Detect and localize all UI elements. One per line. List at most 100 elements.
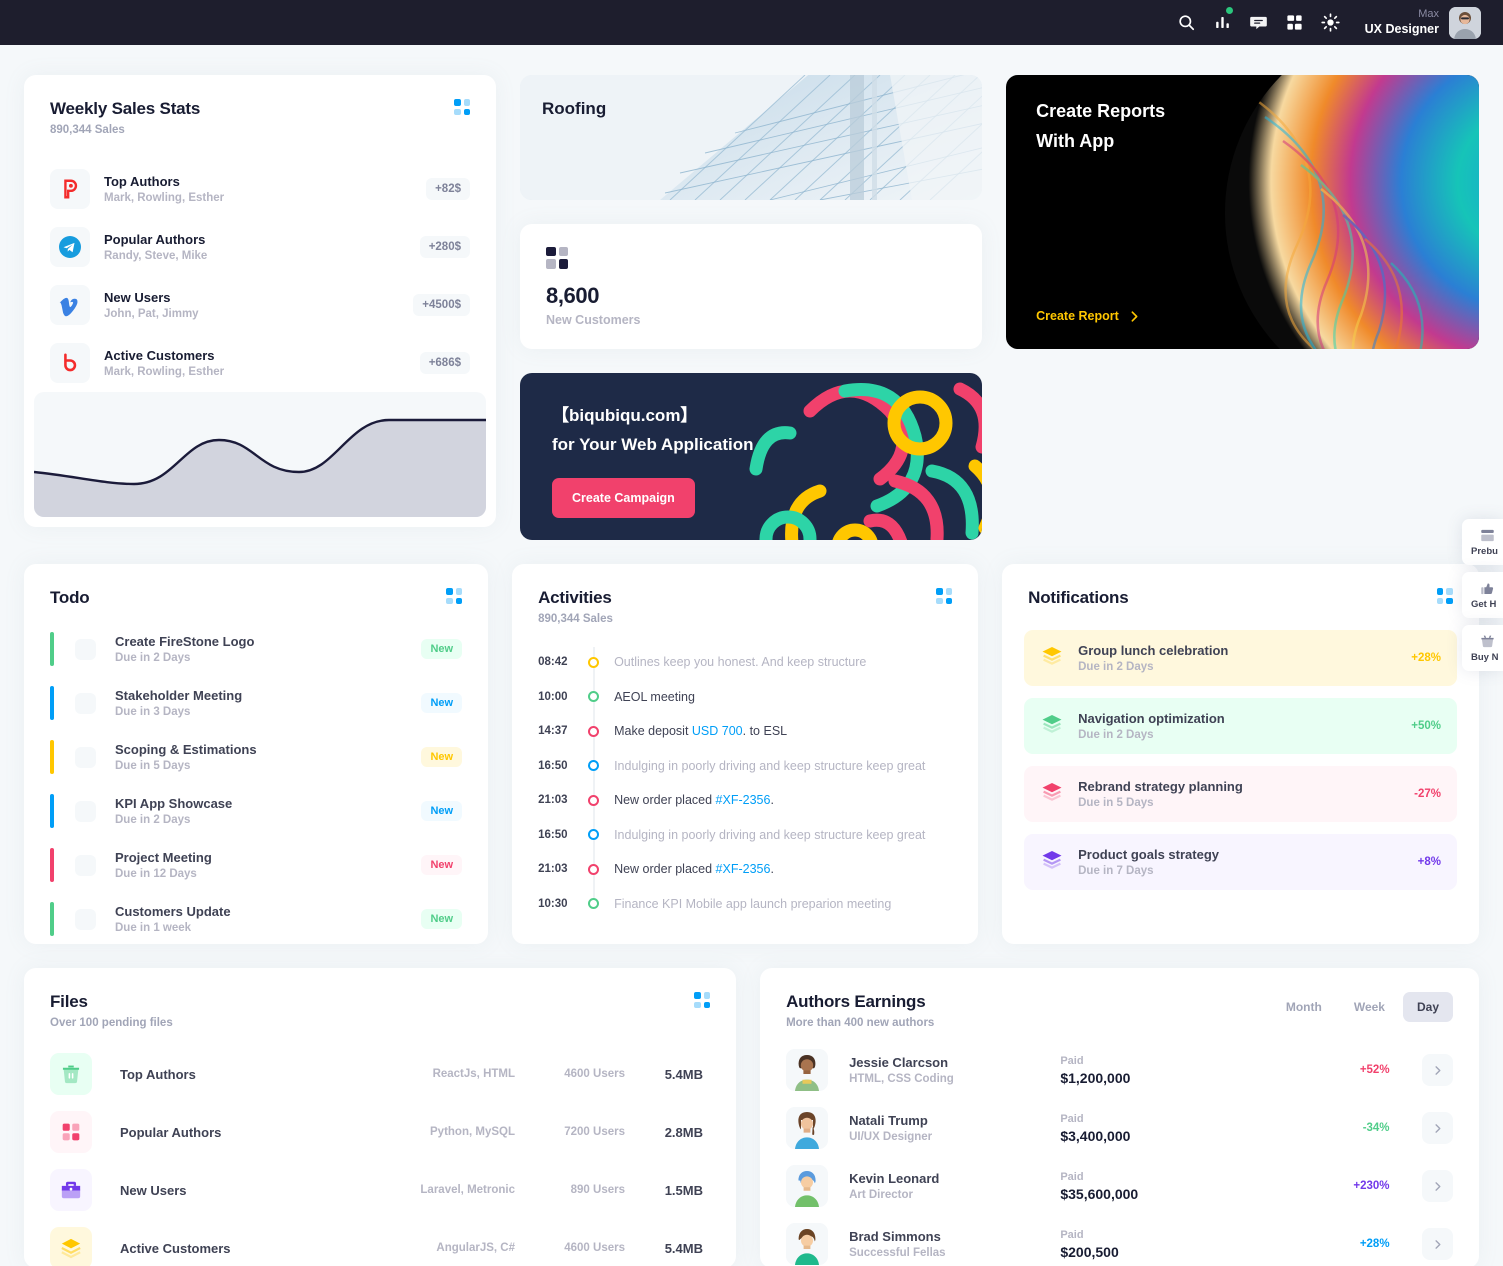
list-item[interactable]: 14:37 Make deposit USD 700. to ESL bbox=[538, 714, 952, 749]
list-item[interactable]: 21:03 New order placed #XF-2356. bbox=[538, 852, 952, 887]
table-row[interactable]: Brad Simmons Successful Fellas Paid $200… bbox=[760, 1215, 1479, 1266]
list-item[interactable]: 10:30 Finance KPI Mobile app launch prep… bbox=[538, 887, 952, 922]
priority-bar bbox=[50, 848, 54, 882]
activity-text: Indulging in poorly driving and keep str… bbox=[614, 758, 926, 773]
chat-icon[interactable] bbox=[1241, 5, 1277, 41]
roofing-card[interactable]: Roofing bbox=[520, 75, 983, 200]
table-row[interactable]: New Users Laravel, Metronic 890 Users 1.… bbox=[24, 1161, 736, 1219]
author-percent: +52% bbox=[1359, 1064, 1390, 1076]
earnings-period-toggle: Month Week Day bbox=[1272, 992, 1453, 1022]
priority-bar bbox=[50, 794, 54, 828]
tab-day[interactable]: Day bbox=[1402, 992, 1453, 1022]
file-users: 7200 Users bbox=[564, 1126, 625, 1138]
todo-checkbox[interactable] bbox=[75, 800, 96, 822]
more-grid-icon[interactable] bbox=[1436, 588, 1453, 604]
tab-week[interactable]: Week bbox=[1340, 992, 1399, 1022]
search-icon[interactable] bbox=[1169, 5, 1205, 41]
more-grid-icon[interactable] bbox=[936, 588, 953, 604]
list-item[interactable]: Rebrand strategy planning Due in 5 Days … bbox=[1024, 766, 1457, 822]
more-grid-icon[interactable] bbox=[454, 99, 470, 115]
create-campaign-button[interactable]: Create Campaign bbox=[552, 478, 695, 518]
todo-name: Create FireStone Logo bbox=[115, 634, 255, 649]
list-item[interactable]: Popular Authors Randy, Steve, Mike +280$ bbox=[50, 218, 470, 276]
todo-header: Todo bbox=[24, 564, 488, 608]
list-item[interactable]: Project Meeting Due in 12 Days New bbox=[24, 838, 488, 892]
tab-month[interactable]: Month bbox=[1272, 992, 1336, 1022]
table-row[interactable]: Top Authors ReactJs, HTML 4600 Users 5.4… bbox=[24, 1045, 736, 1103]
bar-chart-icon[interactable] bbox=[1205, 5, 1241, 41]
user-text: Max UX Designer bbox=[1365, 8, 1439, 37]
files-title: Files bbox=[50, 992, 88, 1011]
float-item-prebu[interactable]: Prebu bbox=[1462, 519, 1503, 565]
list-item[interactable]: 16:50 Indulging in poorly driving and ke… bbox=[538, 749, 952, 784]
table-row[interactable]: Kevin Leonard Art Director Paid $35,600,… bbox=[760, 1157, 1479, 1215]
status-badge: New bbox=[421, 909, 463, 929]
author-name: Kevin Leonard bbox=[849, 1171, 940, 1186]
list-item[interactable]: 21:03 New order placed #XF-2356. bbox=[538, 783, 952, 818]
bloglovin-logo bbox=[50, 343, 90, 383]
list-item[interactable]: Top Authors Mark, Rowling, Esther +82$ bbox=[50, 160, 470, 218]
list-item[interactable]: 10:00 AEOL meeting bbox=[538, 680, 952, 715]
author-percent: +230% bbox=[1353, 1180, 1390, 1192]
list-item[interactable]: Navigation optimization Due in 2 Days +5… bbox=[1024, 698, 1457, 754]
float-item-buy n[interactable]: Buy N bbox=[1462, 625, 1503, 671]
more-grid-icon[interactable] bbox=[694, 992, 711, 1008]
list-item[interactable]: KPI App Showcase Due in 2 Days New bbox=[24, 784, 488, 838]
list-item[interactable]: 16:50 Indulging in poorly driving and ke… bbox=[538, 818, 952, 853]
status-badge: +280$ bbox=[419, 236, 470, 258]
activities-title: Activities bbox=[538, 588, 612, 607]
todo-checkbox[interactable] bbox=[75, 908, 96, 930]
list-item[interactable]: Create FireStone Logo Due in 2 Days New bbox=[24, 622, 488, 676]
todo-due: Due in 12 Days bbox=[115, 868, 197, 880]
table-row[interactable]: Active Customers AngularJS, C# 4600 User… bbox=[24, 1219, 736, 1266]
float-item-get h[interactable]: Get H bbox=[1462, 572, 1503, 618]
list-item[interactable]: Product goals strategy Due in 7 Days +8% bbox=[1024, 834, 1457, 890]
list-item[interactable]: 08:42 Outlines keep you honest. And keep… bbox=[538, 645, 952, 680]
list-item[interactable]: Customers Update Due in 1 week New bbox=[24, 892, 488, 946]
table-row[interactable]: Jessie Clarcson HTML, CSS Coding Paid $1… bbox=[760, 1041, 1479, 1099]
avatar[interactable] bbox=[1449, 6, 1481, 39]
column-right: Create Reports With App Create Report bbox=[1006, 75, 1479, 540]
table-row[interactable]: Natali Trump UI/UX Designer Paid $3,400,… bbox=[760, 1099, 1479, 1157]
user-menu[interactable]: Max UX Designer bbox=[1365, 6, 1481, 39]
chevron-right-icon[interactable] bbox=[1421, 1170, 1453, 1202]
author-role: Successful Fellas bbox=[849, 1247, 946, 1259]
chevron-right-icon[interactable] bbox=[1421, 1112, 1453, 1144]
trash-icon bbox=[50, 1053, 92, 1095]
more-grid-icon[interactable] bbox=[446, 588, 463, 604]
notification-percent: +8% bbox=[1417, 856, 1441, 868]
list-item[interactable]: Active Customers Mark, Rowling, Esther +… bbox=[50, 334, 470, 392]
notification-text: Navigation optimization Due in 2 Days bbox=[1078, 711, 1411, 741]
create-report-link[interactable]: Create Report bbox=[1036, 309, 1141, 323]
table-row[interactable]: Popular Authors Python, MySQL 7200 Users… bbox=[24, 1103, 736, 1161]
notification-dot bbox=[1225, 6, 1233, 14]
todo-text: KPI App Showcase Due in 2 Days bbox=[115, 796, 421, 826]
author-info: Kevin Leonard Art Director bbox=[849, 1171, 1060, 1201]
layout-icon bbox=[1471, 528, 1503, 543]
notification-text: Group lunch celebration Due in 2 Days bbox=[1078, 643, 1411, 673]
grid-icon bbox=[50, 1111, 92, 1153]
todo-checkbox[interactable] bbox=[75, 746, 96, 768]
list-item[interactable]: Scoping & Estimations Due in 5 Days New bbox=[24, 730, 488, 784]
todo-checkbox[interactable] bbox=[75, 854, 96, 876]
chevron-right-icon[interactable] bbox=[1421, 1054, 1453, 1086]
chevron-right-icon[interactable] bbox=[1421, 1228, 1453, 1260]
notification-text: Product goals strategy Due in 7 Days bbox=[1078, 847, 1418, 877]
todo-checkbox[interactable] bbox=[75, 638, 96, 660]
list-item[interactable]: Stakeholder Meeting Due in 3 Days New bbox=[24, 676, 488, 730]
weekly-sales-list: Top Authors Mark, Rowling, Esther +82$ P… bbox=[24, 136, 496, 392]
float-item-label: Buy N bbox=[1471, 652, 1499, 663]
sales-people: Mark, Rowling, Esther bbox=[104, 366, 225, 378]
list-item[interactable]: Group lunch celebration Due in 2 Days +2… bbox=[1024, 630, 1457, 686]
apps-grid-icon[interactable] bbox=[1277, 5, 1313, 41]
timeline-bullet-icon bbox=[588, 829, 600, 841]
author-info: Natali Trump UI/UX Designer bbox=[849, 1113, 1060, 1143]
paid-label: Paid bbox=[1060, 1228, 1084, 1241]
brightness-icon[interactable] bbox=[1313, 5, 1349, 41]
todo-checkbox[interactable] bbox=[75, 692, 96, 714]
activity-time: 10:30 bbox=[538, 897, 568, 910]
top-bar: Max UX Designer bbox=[0, 0, 1503, 45]
earnings-title: Authors Earnings bbox=[786, 992, 926, 1011]
list-item[interactable]: New Users John, Pat, Jimmy +4500$ bbox=[50, 276, 470, 334]
file-tech: Python, MySQL bbox=[430, 1126, 515, 1138]
